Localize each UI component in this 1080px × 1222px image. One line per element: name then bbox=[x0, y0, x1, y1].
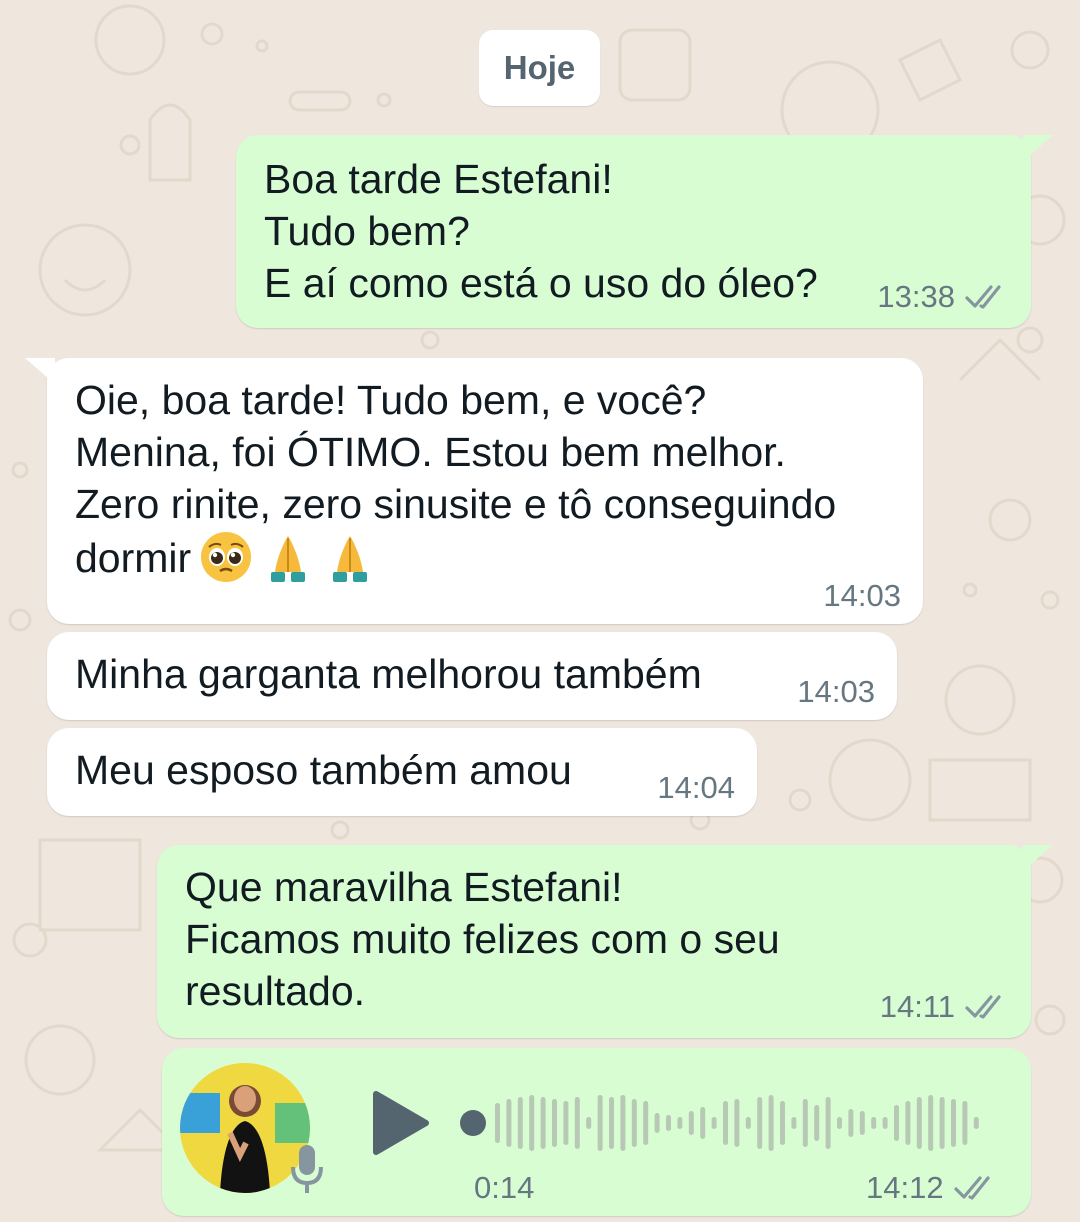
message-meta: 14:04 bbox=[657, 770, 735, 806]
waveform-bar bbox=[517, 1097, 523, 1149]
message-meta: 13:38 bbox=[877, 279, 1009, 315]
waveform-bar bbox=[631, 1099, 637, 1147]
pleading-face-emoji bbox=[201, 532, 252, 582]
date-separator: Hoje bbox=[479, 30, 600, 106]
message-text: Meu esposo também amou bbox=[75, 747, 572, 793]
waveform-bar bbox=[745, 1117, 751, 1129]
waveform-bar bbox=[837, 1117, 842, 1129]
message-time: 14:11 bbox=[879, 989, 955, 1024]
waveform-bar bbox=[586, 1117, 592, 1129]
waveform-bar bbox=[700, 1107, 706, 1139]
waveform-bar bbox=[540, 1097, 546, 1149]
waveform-bar bbox=[552, 1099, 557, 1147]
waveform-bar bbox=[529, 1095, 535, 1151]
message-time: 13:38 bbox=[877, 279, 955, 314]
waveform-bar bbox=[962, 1101, 968, 1145]
waveform-bar bbox=[973, 1117, 979, 1129]
waveform-bar bbox=[574, 1097, 580, 1149]
playback-position-knob[interactable] bbox=[460, 1110, 486, 1136]
message-bubble-incoming[interactable]: Minha garganta melhorou também 14:03 bbox=[47, 632, 897, 720]
waveform-bar bbox=[654, 1113, 660, 1133]
message-bubble-incoming[interactable]: Meu esposo também amou 14:04 bbox=[47, 728, 757, 816]
microphone-icon bbox=[291, 1145, 323, 1193]
message-text: Que maravilha Estefani! Ficamos muito fe… bbox=[185, 864, 780, 1014]
double-check-icon bbox=[965, 995, 1001, 1019]
waveform-bar bbox=[609, 1097, 614, 1149]
message-time: 14:12 bbox=[866, 1170, 944, 1205]
message-text: Boa tarde Estefani! Tudo bem? E aí como … bbox=[264, 156, 818, 306]
bubble-tail bbox=[25, 358, 55, 384]
message-text: Oie, boa tarde! Tudo bem, e você? Menina… bbox=[75, 374, 836, 584]
audio-waveform[interactable] bbox=[455, 1088, 1000, 1158]
waveform-bar bbox=[916, 1097, 922, 1149]
message-time: 14:03 bbox=[823, 578, 901, 613]
message-bubble-outgoing[interactable]: Boa tarde Estefani! Tudo bem? E aí como … bbox=[236, 135, 1053, 328]
waveform-bar bbox=[848, 1109, 854, 1137]
double-check-icon bbox=[953, 1176, 990, 1200]
waveform-bar bbox=[495, 1103, 500, 1143]
voice-duration: 0:14 bbox=[474, 1170, 535, 1205]
waveform-bar bbox=[951, 1099, 956, 1147]
waveform-bar bbox=[928, 1095, 934, 1151]
message-bubble-incoming[interactable]: Oie, boa tarde! Tudo bem, e você? Menina… bbox=[25, 358, 923, 624]
waveform-bar bbox=[871, 1117, 877, 1129]
waveform-bar bbox=[563, 1101, 569, 1145]
message-bubble-outgoing[interactable]: Que maravilha Estefani! Ficamos muito fe… bbox=[157, 845, 1053, 1038]
waveform-bar bbox=[506, 1099, 512, 1147]
message-meta: 14:03 bbox=[797, 674, 875, 710]
waveform-bar bbox=[780, 1101, 785, 1145]
waveform-bar bbox=[905, 1101, 911, 1145]
message-time: 14:03 bbox=[797, 674, 875, 709]
message-meta: 14:03 bbox=[823, 578, 901, 614]
waveform-bar bbox=[768, 1095, 774, 1151]
waveform-bar bbox=[597, 1095, 603, 1151]
waveform-bar bbox=[723, 1101, 728, 1145]
waveform-bar bbox=[814, 1105, 820, 1141]
folded-hands-emoji bbox=[333, 536, 368, 582]
bubble-tail bbox=[1023, 135, 1053, 161]
waveform-bar bbox=[802, 1099, 808, 1147]
waveform-bar bbox=[939, 1097, 945, 1149]
waveform-bar bbox=[757, 1097, 763, 1149]
message-text-body: Oie, boa tarde! Tudo bem, e você? Menina… bbox=[75, 377, 837, 581]
waveform-bar bbox=[677, 1117, 683, 1129]
waveform-bar bbox=[688, 1111, 694, 1135]
waveform-bar bbox=[882, 1117, 888, 1129]
waveform-bar bbox=[734, 1099, 740, 1147]
message-text: Minha garganta melhorou também bbox=[75, 651, 702, 697]
waveform-bar bbox=[666, 1115, 671, 1131]
message-meta: 14:12 bbox=[866, 1170, 998, 1206]
double-check-icon bbox=[965, 285, 1001, 309]
bubble-tail bbox=[1023, 845, 1053, 871]
waveform-bar bbox=[620, 1095, 626, 1151]
folded-hands-emoji bbox=[271, 536, 306, 582]
waveform-bar bbox=[859, 1111, 865, 1135]
message-time: 14:04 bbox=[657, 770, 735, 805]
waveform-bar bbox=[894, 1105, 899, 1141]
message-meta: 14:11 bbox=[880, 989, 1009, 1025]
waveform-bar bbox=[791, 1117, 797, 1129]
waveform-bar bbox=[825, 1097, 831, 1149]
play-icon[interactable] bbox=[370, 1090, 430, 1156]
waveform-bar bbox=[711, 1117, 717, 1129]
waveform-bar bbox=[643, 1101, 649, 1145]
